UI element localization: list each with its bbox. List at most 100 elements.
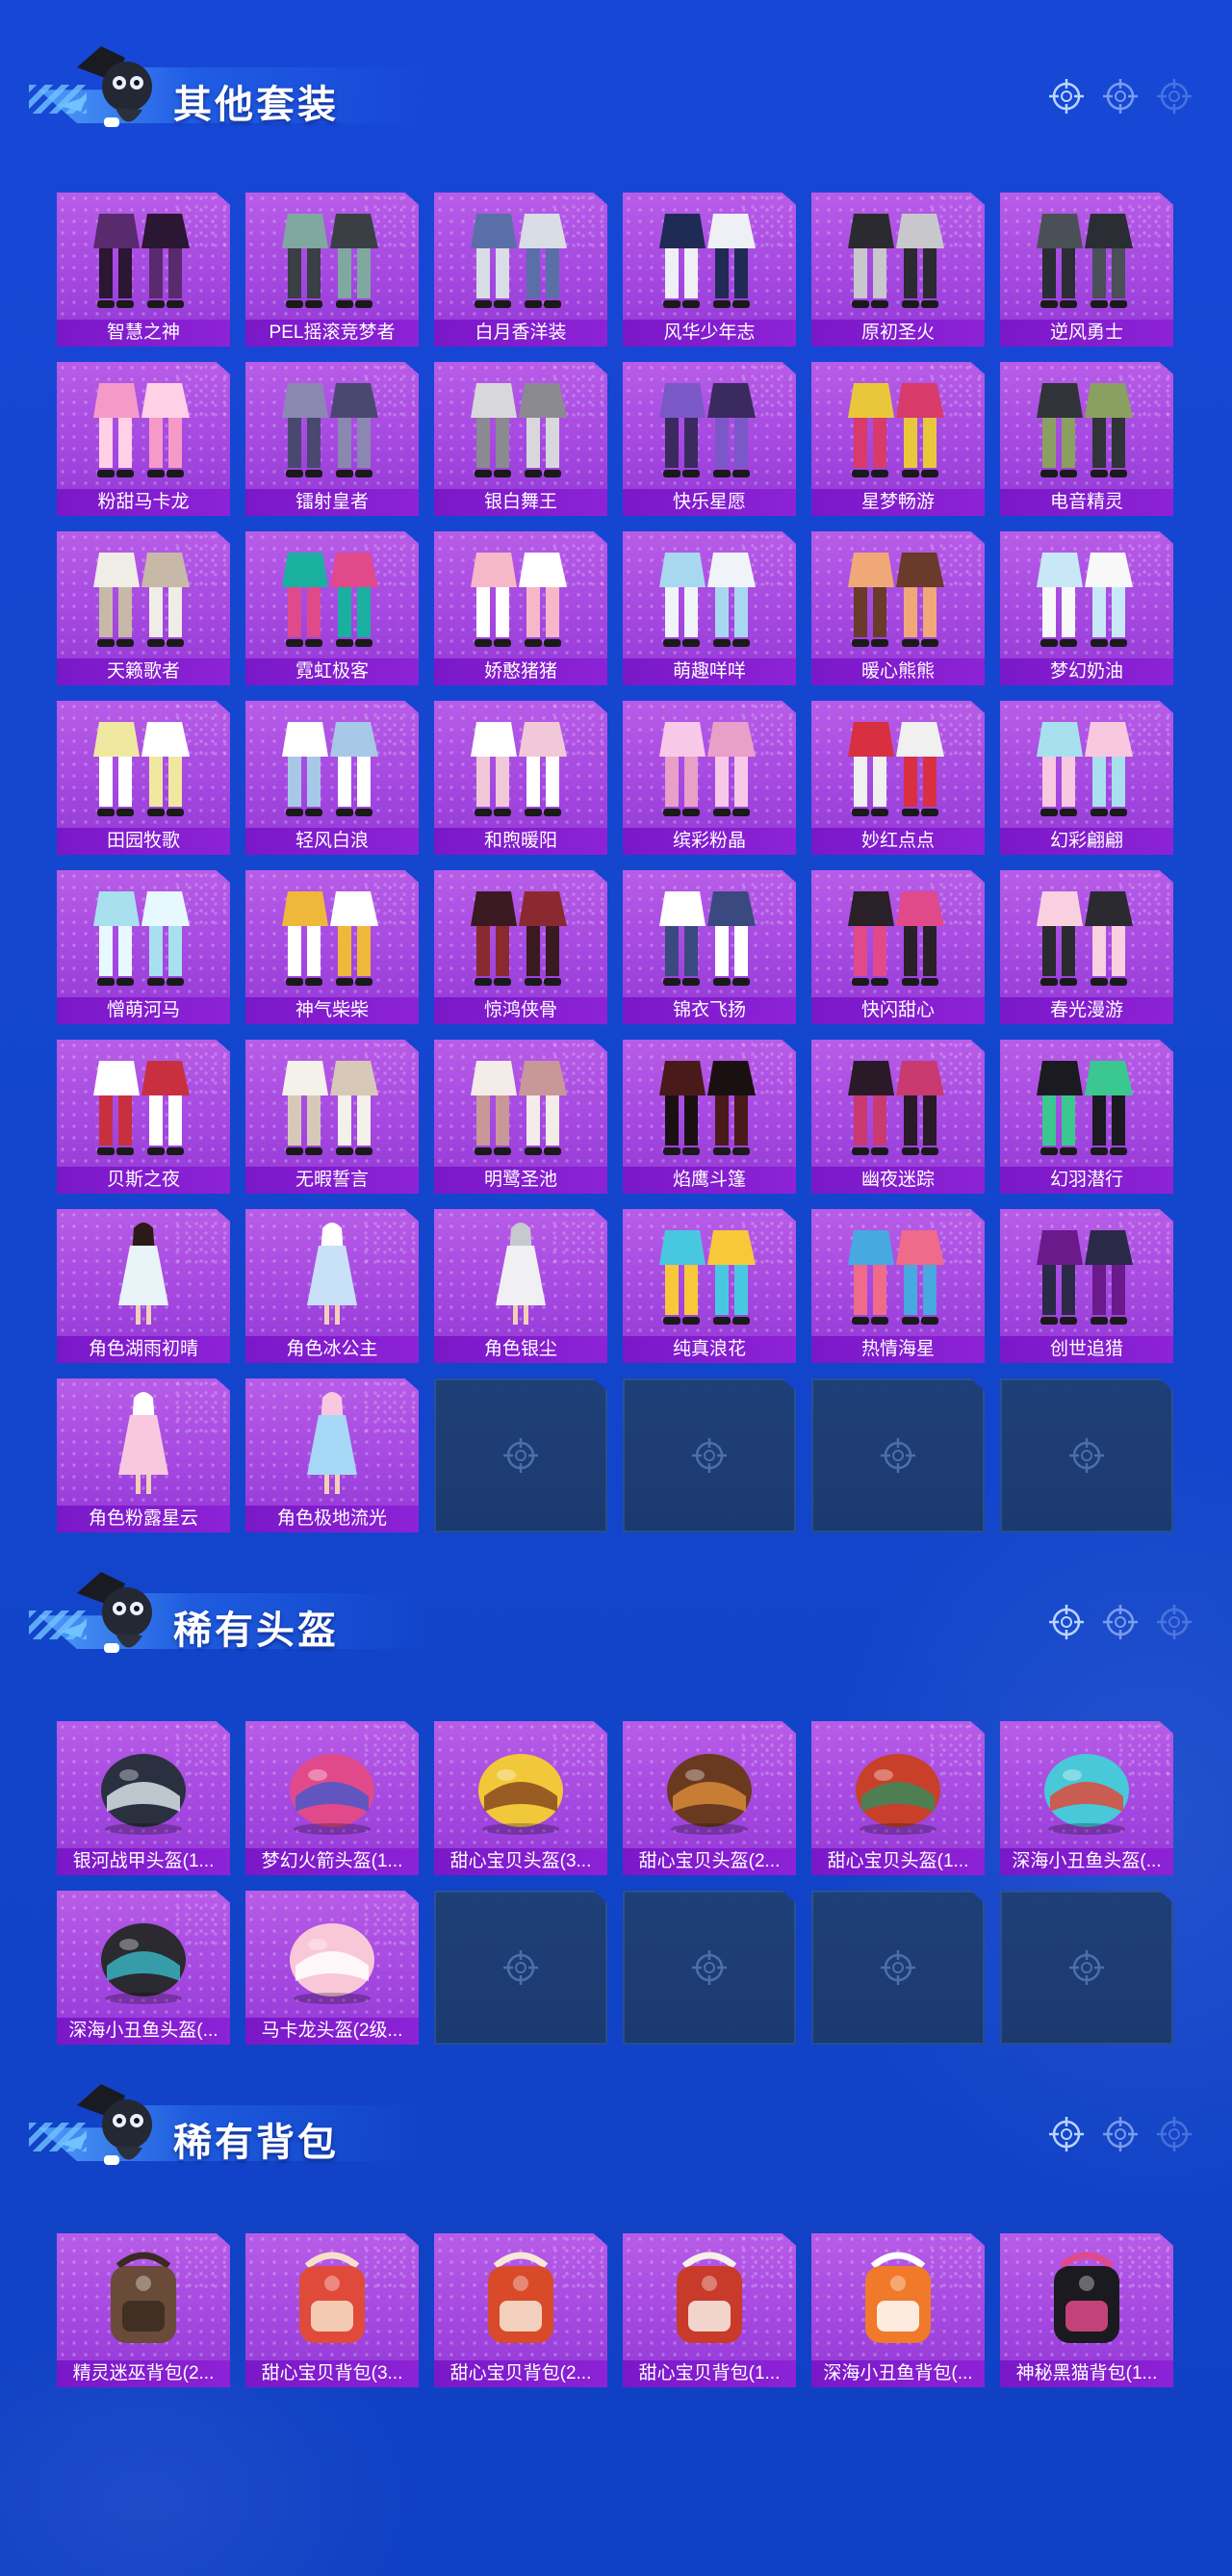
- item-card[interactable]: 角色极地流光: [245, 1378, 419, 1533]
- item-card[interactable]: 纯真浪花: [623, 1209, 796, 1363]
- item-card[interactable]: 锦衣飞扬: [623, 870, 796, 1024]
- item-card[interactable]: 贝斯之夜: [57, 1040, 230, 1194]
- item-card[interactable]: 田园牧歌: [57, 701, 230, 855]
- item-card[interactable]: 焰鹰斗篷: [623, 1040, 796, 1194]
- item-card[interactable]: 智慧之神: [57, 193, 230, 347]
- outfit-icon: [840, 539, 956, 653]
- outfit-icon: [840, 878, 956, 992]
- item-label: 粉甜马卡龙: [57, 489, 230, 516]
- item-label: 甜心宝贝头盔(1...: [811, 1848, 985, 1875]
- item-card[interactable]: 天籁歌者: [57, 531, 230, 685]
- item-label: 无暇誓言: [245, 1167, 419, 1194]
- item-label: 甜心宝贝背包(3...: [245, 2360, 419, 2387]
- decor-reticles: [1047, 1603, 1194, 1641]
- mascot-icon: [60, 1572, 152, 1653]
- figure-icon: [274, 1217, 390, 1330]
- outfit-icon: [86, 1047, 201, 1161]
- crosshair-icon: [1157, 2117, 1192, 2151]
- item-label: 梦幻火箭头盔(1...: [245, 1848, 419, 1875]
- item-card[interactable]: 娇憨猪猪: [434, 531, 607, 685]
- item-card[interactable]: 深海小丑鱼背包(...: [811, 2233, 985, 2387]
- item-card[interactable]: 创世追猎: [1000, 1209, 1173, 1363]
- item-card[interactable]: 银白舞王: [434, 362, 607, 516]
- item-card[interactable]: 逆风勇士: [1000, 193, 1173, 347]
- helmet-icon: [1029, 1729, 1144, 1842]
- item-card[interactable]: 甜心宝贝背包(1...: [623, 2233, 796, 2387]
- item-card[interactable]: 深海小丑鱼头盔(...: [1000, 1721, 1173, 1875]
- item-card[interactable]: 角色粉露星云: [57, 1378, 230, 1533]
- item-card[interactable]: 电音精灵: [1000, 362, 1173, 516]
- item-card[interactable]: 粉甜马卡龙: [57, 362, 230, 516]
- item-card[interactable]: 幻彩翩翩: [1000, 701, 1173, 855]
- item-label: 甜心宝贝背包(2...: [434, 2360, 607, 2387]
- item-grid: 精灵迷巫背包(2... 甜心宝贝背包(3... 甜心宝贝背包(2... 甜心宝贝背包(…: [57, 2233, 1173, 2387]
- outfit-icon: [1029, 200, 1144, 314]
- outfit-icon: [86, 708, 201, 822]
- item-label: 深海小丑鱼背包(...: [811, 2360, 985, 2387]
- item-card[interactable]: 星梦畅游: [811, 362, 985, 516]
- item-label: 锦衣飞扬: [623, 997, 796, 1024]
- outfit-icon: [463, 200, 578, 314]
- item-card[interactable]: 甜心宝贝背包(2...: [434, 2233, 607, 2387]
- item-card[interactable]: 马卡龙头盔(2级...: [245, 1891, 419, 2045]
- item-label: 霓虹极客: [245, 658, 419, 685]
- item-card[interactable]: 萌趣咩咩: [623, 531, 796, 685]
- item-card[interactable]: 甜心宝贝头盔(3...: [434, 1721, 607, 1875]
- item-card[interactable]: 银河战甲头盔(1...: [57, 1721, 230, 1875]
- outfit-icon: [86, 370, 201, 483]
- item-card[interactable]: 风华少年志: [623, 193, 796, 347]
- item-card[interactable]: 暖心熊熊: [811, 531, 985, 685]
- item-card[interactable]: 热情海星: [811, 1209, 985, 1363]
- outfit-icon: [1029, 878, 1144, 992]
- outfit-icon: [274, 370, 390, 483]
- outfit-icon: [652, 1047, 767, 1161]
- item-card[interactable]: 快闪甜心: [811, 870, 985, 1024]
- item-card[interactable]: 神秘黑猫背包(1...: [1000, 2233, 1173, 2387]
- item-card[interactable]: 快乐星愿: [623, 362, 796, 516]
- item-card[interactable]: 甜心宝贝背包(3...: [245, 2233, 419, 2387]
- item-card[interactable]: 明鹭圣池: [434, 1040, 607, 1194]
- item-label: 甜心宝贝头盔(3...: [434, 1848, 607, 1875]
- item-card[interactable]: 镭射皇者: [245, 362, 419, 516]
- item-card[interactable]: 深海小丑鱼头盔(...: [57, 1891, 230, 2045]
- outfit-icon: [840, 200, 956, 314]
- section-header: 稀有背包: [29, 2076, 1232, 2182]
- item-card[interactable]: 轻风白浪: [245, 701, 419, 855]
- item-card[interactable]: 角色湖雨初晴: [57, 1209, 230, 1363]
- item-card[interactable]: 甜心宝贝头盔(2...: [623, 1721, 796, 1875]
- item-label: 纯真浪花: [623, 1336, 796, 1363]
- item-card[interactable]: 无暇誓言: [245, 1040, 419, 1194]
- item-card[interactable]: 春光漫游: [1000, 870, 1173, 1024]
- item-grid: 智慧之神 PEL摇滚竞梦者 白月香洋装 风华少年志 原初圣火 逆风勇士粉甜马卡龙 镭射皇者银…: [57, 193, 1173, 1533]
- item-card[interactable]: 角色冰公主: [245, 1209, 419, 1363]
- item-card[interactable]: 惊鸿侠骨: [434, 870, 607, 1024]
- item-card[interactable]: 缤彩粉晶: [623, 701, 796, 855]
- item-card[interactable]: 妙红点点: [811, 701, 985, 855]
- item-card[interactable]: 角色银尘: [434, 1209, 607, 1363]
- item-card[interactable]: 霓虹极客: [245, 531, 419, 685]
- item-card[interactable]: PEL摇滚竞梦者: [245, 193, 419, 347]
- outfit-icon: [274, 539, 390, 653]
- item-card[interactable]: 神气柴柴: [245, 870, 419, 1024]
- item-card[interactable]: 梦幻火箭头盔(1...: [245, 1721, 419, 1875]
- item-card[interactable]: 甜心宝贝头盔(1...: [811, 1721, 985, 1875]
- item-card[interactable]: 白月香洋装: [434, 193, 607, 347]
- outfit-icon: [86, 200, 201, 314]
- item-label: 天籁歌者: [57, 658, 230, 685]
- item-label: 和煦暖阳: [434, 828, 607, 855]
- item-card[interactable]: 和煦暖阳: [434, 701, 607, 855]
- item-card[interactable]: 原初圣火: [811, 193, 985, 347]
- item-label: 创世追猎: [1000, 1336, 1173, 1363]
- item-card[interactable]: 幻羽潜行: [1000, 1040, 1173, 1194]
- section-title: 稀有头盔: [173, 1610, 339, 1652]
- item-label: 深海小丑鱼头盔(...: [57, 2018, 230, 2045]
- item-label: 幻彩翩翩: [1000, 828, 1173, 855]
- item-label: 憎萌河马: [57, 997, 230, 1024]
- item-label: 白月香洋装: [434, 320, 607, 347]
- outfit-icon: [652, 539, 767, 653]
- item-label: 梦幻奶油: [1000, 658, 1173, 685]
- item-card[interactable]: 憎萌河马: [57, 870, 230, 1024]
- item-card[interactable]: 幽夜迷踪: [811, 1040, 985, 1194]
- item-card[interactable]: 梦幻奶油: [1000, 531, 1173, 685]
- item-card[interactable]: 精灵迷巫背包(2...: [57, 2233, 230, 2387]
